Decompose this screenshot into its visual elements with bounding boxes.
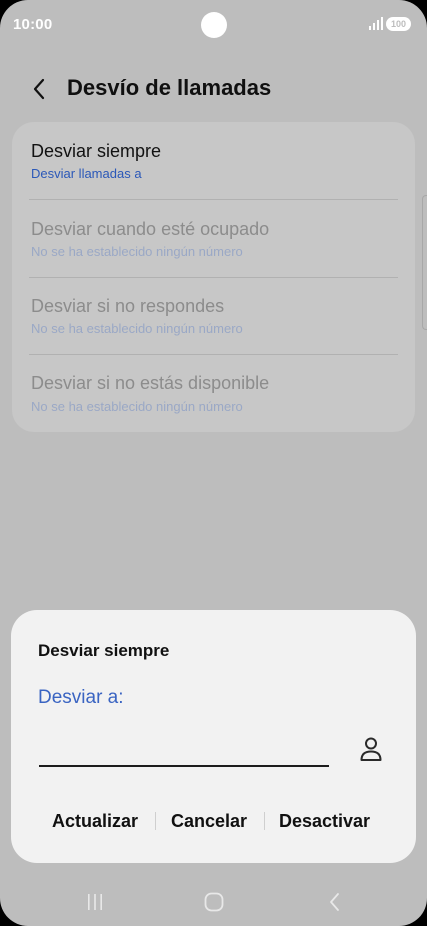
deactivate-button[interactable]: Desactivar — [279, 806, 370, 836]
back-icon — [330, 893, 339, 911]
option-forward-no-answer[interactable]: Desviar si no respondes No se ha estable… — [12, 278, 415, 355]
option-subtitle: Desviar llamadas a — [31, 166, 142, 181]
option-title: Desviar si no respondes — [31, 296, 225, 316]
option-title: Desviar siempre — [31, 141, 162, 161]
recents-icon — [88, 894, 102, 910]
option-forward-when-busy[interactable]: Desviar cuando esté ocupado No se ha est… — [12, 200, 415, 277]
front-camera — [201, 12, 227, 38]
phone-screen: 10:00 100 Desvío de llamadas Desviar sie… — [0, 0, 427, 926]
signal-icon — [369, 17, 383, 30]
option-subtitle: No se ha establecido ningún número — [31, 399, 243, 414]
app-bar: Desvío de llamadas — [0, 66, 427, 112]
option-subtitle: No se ha establecido ningún número — [31, 321, 243, 336]
status-bar: 10:00 100 — [0, 0, 427, 50]
option-title: Desviar si no estás disponible — [31, 373, 270, 393]
option-subtitle: No se ha establecido ningún número — [31, 244, 243, 259]
option-always-forward[interactable]: Desviar siempre Desviar llamadas a — [12, 122, 415, 199]
forward-number-input[interactable] — [39, 731, 329, 767]
edge-panel-handle[interactable] — [422, 195, 427, 330]
option-forward-unavailable[interactable]: Desviar si no estás disponible No se ha … — [12, 355, 415, 432]
forward-dialog: Desviar siempre Desviar a: Actualizar Ca… — [11, 610, 416, 863]
dialog-title: Desviar siempre — [38, 641, 170, 660]
chevron-left-icon — [33, 78, 45, 100]
home-icon — [204, 892, 224, 912]
update-button[interactable]: Actualizar — [52, 806, 138, 836]
contacts-button[interactable] — [356, 734, 386, 764]
navigation-bar — [0, 880, 427, 922]
back-button[interactable] — [24, 74, 54, 104]
system-back-button[interactable] — [321, 889, 347, 915]
dialog-actions: Actualizar Cancelar Desactivar — [11, 806, 416, 836]
status-time: 10:00 — [13, 16, 53, 33]
page-title: Desvío de llamadas — [67, 75, 272, 100]
forward-to-label: Desviar a: — [38, 687, 124, 708]
battery-icon: 100 — [386, 17, 411, 31]
forwarding-options-list: Desviar siempre Desviar llamadas a Desvi… — [12, 122, 415, 432]
cancel-button[interactable]: Cancelar — [171, 806, 247, 836]
button-separator — [155, 812, 156, 830]
home-button[interactable] — [201, 889, 227, 915]
recents-button[interactable] — [82, 889, 108, 915]
option-title: Desviar cuando esté ocupado — [31, 219, 270, 239]
button-separator — [264, 812, 265, 830]
person-icon — [360, 737, 382, 761]
